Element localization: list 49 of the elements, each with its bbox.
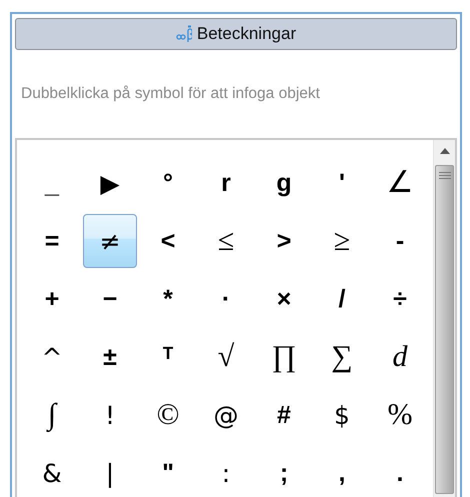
symbol-button[interactable]: √: [199, 330, 253, 384]
symbol-button[interactable]: r: [199, 156, 253, 210]
symbol-button[interactable]: :: [199, 446, 253, 497]
symbol-button[interactable]: .: [373, 446, 427, 497]
symbol-button[interactable]: ≥: [315, 214, 369, 268]
symbol-button[interactable]: ∏: [257, 330, 311, 384]
symbol-button[interactable]: ^: [25, 330, 79, 384]
symbol-button[interactable]: ▶: [83, 156, 137, 210]
symbol-button[interactable]: −: [83, 272, 137, 326]
symbol-button[interactable]: d: [373, 330, 427, 384]
symbol-button[interactable]: ": [141, 446, 195, 497]
symbol-button[interactable]: ∑: [315, 330, 369, 384]
symbol-button[interactable]: ≠: [83, 214, 137, 268]
symbol-button[interactable]: $: [315, 388, 369, 442]
symbol-button[interactable]: !: [83, 388, 137, 442]
symbol-button[interactable]: #: [257, 388, 311, 442]
symbol-button[interactable]: %: [373, 388, 427, 442]
symbol-button[interactable]: ,: [315, 446, 369, 497]
symbol-button[interactable]: ;: [257, 446, 311, 497]
symbol-button[interactable]: +: [25, 272, 79, 326]
symbol-button[interactable]: ᵀ: [141, 330, 195, 384]
symbol-button[interactable]: =: [25, 214, 79, 268]
symbol-button[interactable]: ·: [199, 272, 253, 326]
symbol-button[interactable]: |: [83, 446, 137, 497]
symbol-button[interactable]: <: [141, 214, 195, 268]
instruction-text: Dubbelklicka på symbol för att infoga objekt: [21, 84, 320, 104]
symbol-button[interactable]: ±: [83, 330, 137, 384]
grip-icon: [438, 172, 450, 180]
symbol-button[interactable]: >: [257, 214, 311, 268]
symbol-button[interactable]: _: [25, 156, 79, 210]
symbol-button[interactable]: /: [315, 272, 369, 326]
symbol-button[interactable]: ≤: [199, 214, 253, 268]
symbol-button[interactable]: ©: [141, 388, 195, 442]
symbol-button[interactable]: ': [315, 156, 369, 210]
symbol-button[interactable]: @: [199, 388, 253, 442]
scroll-thumb[interactable]: [435, 165, 454, 494]
symbol-button[interactable]: g: [257, 156, 311, 210]
symbol-button[interactable]: -: [373, 214, 427, 268]
up-arrow-icon: [440, 148, 450, 154]
scrollbar[interactable]: [433, 140, 455, 497]
symbol-button[interactable]: *: [141, 272, 195, 326]
symbol-button[interactable]: ∠: [373, 156, 427, 210]
symbol-button[interactable]: ×: [257, 272, 311, 326]
symbol-button[interactable]: &: [25, 446, 79, 497]
symbol-button[interactable]: °: [141, 156, 195, 210]
symbol-button[interactable]: ∫: [25, 388, 79, 442]
symbols-icon: [176, 25, 192, 43]
panel-title: Beteckningar: [196, 23, 296, 46]
symbol-button[interactable]: ÷: [373, 272, 427, 326]
